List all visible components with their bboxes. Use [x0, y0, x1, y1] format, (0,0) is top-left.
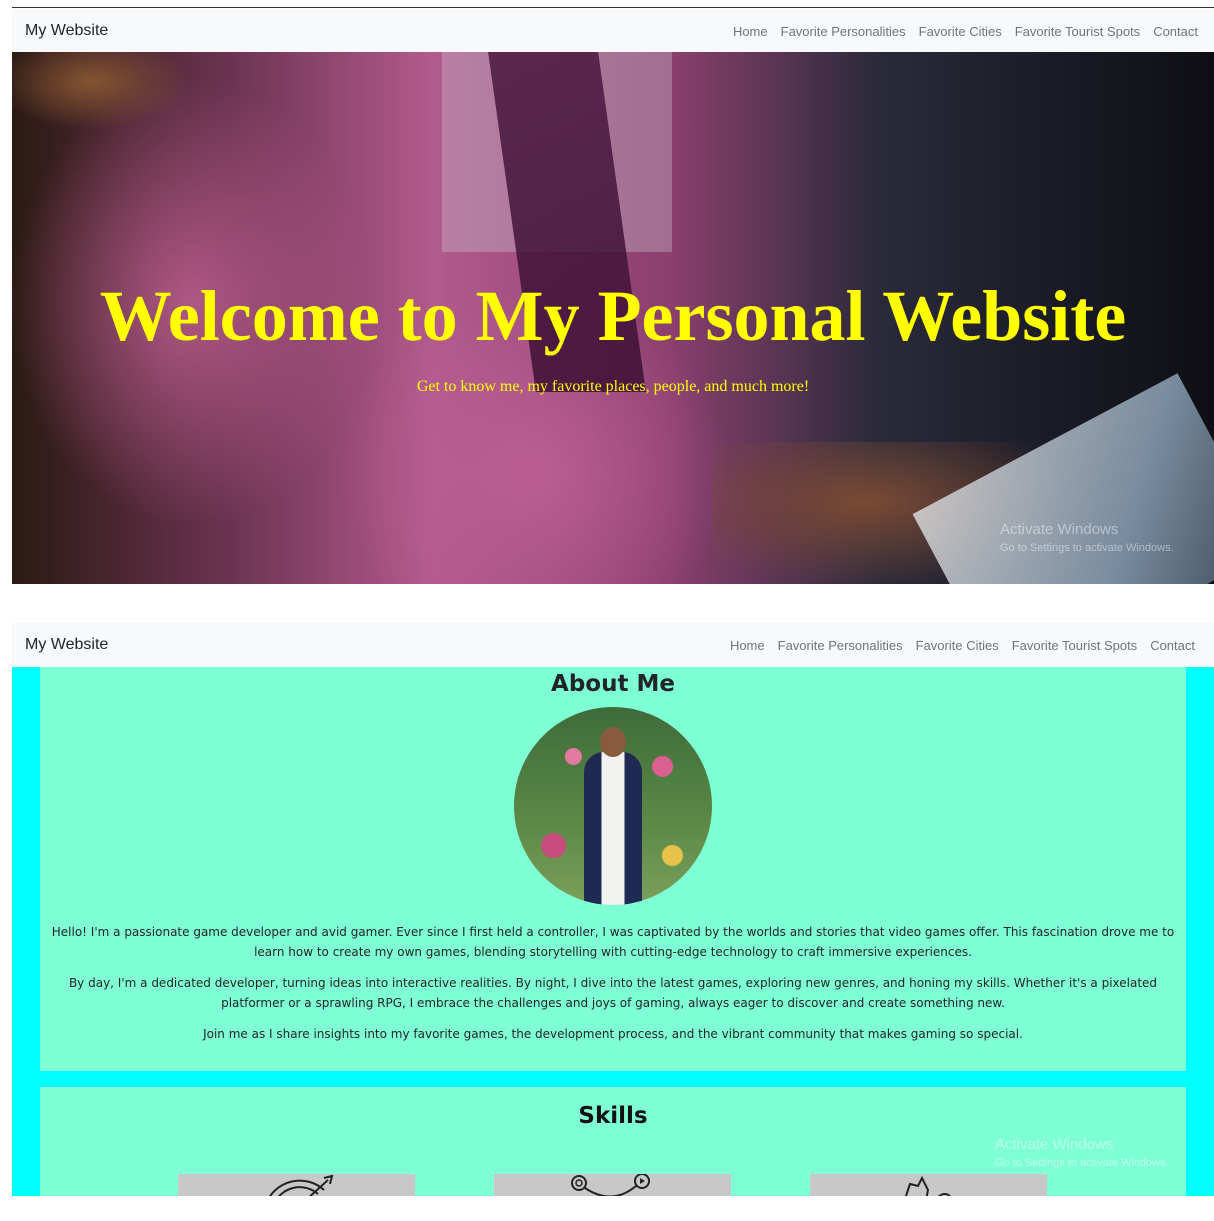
watermark-subtitle: Go to Settings to activate Windows. — [995, 1157, 1169, 1169]
content-background: About Me Hello! I'm a passionate game de… — [12, 667, 1214, 1196]
nav-link-favorite-cities[interactable]: Favorite Cities — [919, 24, 1002, 39]
nav-link-favorite-personalities[interactable]: Favorite Personalities — [778, 638, 903, 653]
profile-photo-figure — [584, 752, 642, 905]
about-paragraph-2: By day, I'm a dedicated developer, turni… — [68, 976, 1158, 1010]
navbar-bottom: My Website Home Favorite Personalities F… — [12, 623, 1214, 667]
nav-link-contact[interactable]: Contact — [1153, 24, 1198, 39]
nav-link-home[interactable]: Home — [733, 24, 768, 39]
navbar-brand[interactable]: My Website — [12, 636, 108, 654]
nav-links: Home Favorite Personalities Favorite Cit… — [733, 24, 1214, 39]
watermark-title: Activate Windows — [995, 1136, 1114, 1153]
nav-link-favorite-tourist-spots[interactable]: Favorite Tourist Spots — [1015, 24, 1140, 39]
activate-windows-watermark: Activate Windows Go to Settings to activ… — [995, 1136, 1169, 1169]
profile-photo — [514, 707, 712, 905]
nav-link-favorite-tourist-spots[interactable]: Favorite Tourist Spots — [1012, 638, 1137, 653]
skill-card-1[interactable] — [178, 1174, 415, 1196]
strategy-icon — [905, 1175, 951, 1196]
navbar-brand[interactable]: My Website — [12, 22, 108, 40]
watermark-title: Activate Windows — [1000, 521, 1119, 538]
skills-title: Skills — [578, 1103, 648, 1129]
game-controller-network-icon — [571, 1174, 650, 1196]
nav-link-favorite-cities[interactable]: Favorite Cities — [916, 638, 999, 653]
nav-link-contact[interactable]: Contact — [1150, 638, 1195, 653]
hero-title: Welcome to My Personal Website — [99, 276, 1127, 356]
navbar-top: My Website Home Favorite Personalities F… — [12, 9, 1214, 53]
nav-links: Home Favorite Personalities Favorite Cit… — [730, 638, 1214, 653]
window-top-border — [12, 7, 1214, 8]
about-me-section: About Me Hello! I'm a passionate game de… — [40, 667, 1186, 1071]
nav-link-home[interactable]: Home — [730, 638, 765, 653]
skill-card-3[interactable] — [810, 1174, 1047, 1196]
about-paragraph-3: Join me as I share insights into my favo… — [203, 1027, 1023, 1041]
skill-card-2[interactable] — [494, 1174, 731, 1196]
about-title: About Me — [551, 671, 675, 697]
about-paragraph-1: Hello! I'm a passionate game developer a… — [51, 925, 1175, 959]
hero-subtitle: Get to know me, my favorite places, peop… — [416, 378, 810, 395]
activate-windows-watermark: Activate Windows Go to Settings to activ… — [1000, 521, 1174, 554]
watermark-subtitle: Go to Settings to activate Windows. — [1000, 542, 1174, 554]
profile-photo-head — [600, 727, 626, 757]
nav-link-favorite-personalities[interactable]: Favorite Personalities — [781, 24, 906, 39]
hero-section: Welcome to My Personal Website Get to kn… — [12, 52, 1214, 584]
target-arrow-icon — [269, 1174, 334, 1196]
